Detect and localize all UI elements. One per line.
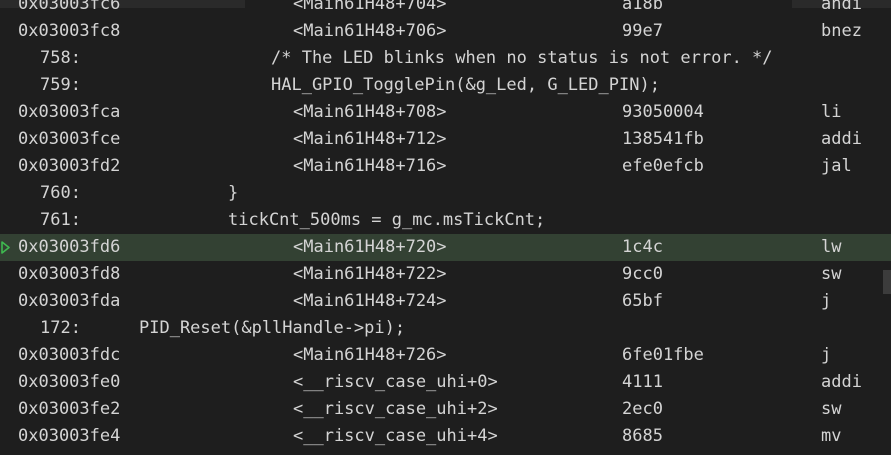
address-cell: 0x03003fe4 — [18, 426, 121, 446]
mnemonic-cell: sw — [821, 264, 842, 284]
address-cell: 0x03003fda — [18, 291, 121, 311]
address-cell: 0x03003fd2 — [18, 156, 121, 176]
symbol-cell: <Main61H48+724> — [293, 291, 447, 311]
disassembly-row[interactable]: 0x03003fe0 <__riscv_case_uhi+0> 4111 addi — [0, 369, 891, 396]
address-cell: 0x03003fd6 — [18, 237, 121, 257]
symbol-cell: <Main61H48+712> — [293, 129, 447, 149]
symbol-cell: <Main61H48+726> — [293, 345, 447, 365]
source-line-number: 172: — [40, 318, 81, 338]
disassembly-row[interactable]: 0x03003fce <Main61H48+712> 138541fb addi — [0, 126, 891, 153]
mnemonic-cell: li — [821, 102, 842, 122]
current-instruction-arrow-icon — [1, 241, 10, 254]
mnemonic-cell: mv — [821, 426, 842, 446]
symbol-cell: <__riscv_case_uhi+2> — [293, 399, 498, 419]
scrollbar-thumb[interactable] — [883, 270, 891, 294]
source-line-number: 758: — [40, 48, 81, 68]
address-cell: 0x03003fc6 — [18, 0, 121, 14]
source-line-row[interactable]: 758: /* The LED blinks when no status is … — [0, 45, 891, 72]
source-line-number: 759: — [40, 75, 81, 95]
vertical-scrollbar[interactable] — [883, 0, 891, 455]
disassembly-row[interactable]: 0x03003fda <Main61H48+724> 65bf j — [0, 288, 891, 315]
source-line-row[interactable]: 760:} — [0, 180, 891, 207]
mnemonic-cell: j — [821, 291, 832, 311]
disassembly-row[interactable]: 0x03003fe4 <__riscv_case_uhi+4> 8685 mv — [0, 423, 891, 450]
symbol-cell: <Main61H48+706> — [293, 21, 447, 41]
symbol-cell: <Main61H48+716> — [293, 156, 447, 176]
mnemonic-cell: addi — [821, 372, 862, 392]
disassembly-row[interactable]: 0x03003fdc <Main61H48+726> 6fe01fbe j — [0, 342, 891, 369]
opcode-cell: 9cc0 — [622, 264, 663, 284]
source-line-row[interactable]: 761: tickCnt_500ms = g_mc.msTickCnt; — [0, 207, 891, 234]
source-line-row[interactable]: 759: HAL_GPIO_TogglePin(&g_Led, G_LED_PIN… — [0, 72, 891, 99]
address-cell: 0x03003fce — [18, 129, 121, 149]
mnemonic-cell: j — [821, 345, 832, 365]
disassembly-rows: 0x03003fc6 <Main61H48+704> a18b andi 0x03003… — [0, 0, 891, 450]
symbol-cell: <Main61H48+708> — [293, 102, 447, 122]
symbol-cell: <__riscv_case_uhi+0> — [293, 372, 498, 392]
opcode-cell: 8685 — [622, 426, 663, 446]
mnemonic-cell: jal — [821, 156, 852, 176]
disassembly-row[interactable]: 0x03003fd6 <Main61H48+720> 1c4c lw — [0, 234, 891, 261]
disassembly-row[interactable]: 0x03003fd2 <Main61H48+716> efe0efcb jal — [0, 153, 891, 180]
symbol-cell: <__riscv_case_uhi+4> — [293, 426, 498, 446]
disassembly-row[interactable]: 0x03003fe2 <__riscv_case_uhi+2> 2ec0 sw — [0, 396, 891, 423]
address-cell: 0x03003fdc — [18, 345, 121, 365]
source-code-text: /* The LED blinks when no status is not … — [271, 48, 773, 68]
disassembly-view[interactable]: 0x03003fc6 <Main61H48+704> a18b andi 0x03003… — [0, 0, 891, 455]
opcode-cell: 99e7 — [622, 21, 663, 41]
source-code-text: PID_Reset(&pllHandle->pi); — [139, 318, 406, 338]
opcode-cell: a18b — [622, 0, 663, 14]
opcode-cell: efe0efcb — [622, 156, 704, 176]
mnemonic-cell: bnez — [821, 21, 862, 41]
address-cell: 0x03003fe0 — [18, 372, 121, 392]
opcode-cell: 4111 — [622, 372, 663, 392]
disassembly-row[interactable]: 0x03003fd8 <Main61H48+722> 9cc0 sw — [0, 261, 891, 288]
address-cell: 0x03003fc8 — [18, 21, 121, 41]
symbol-cell: <Main61H48+722> — [293, 264, 447, 284]
opcode-cell: 6fe01fbe — [622, 345, 704, 365]
source-code-text: } — [228, 183, 239, 203]
mnemonic-cell: sw — [821, 399, 842, 419]
source-code-text: tickCnt_500ms = g_mc.msTickCnt; — [228, 210, 546, 230]
mnemonic-cell: andi — [821, 0, 862, 14]
source-line-number: 760: — [40, 183, 81, 203]
opcode-cell: 1c4c — [622, 237, 663, 257]
opcode-cell: 2ec0 — [622, 399, 663, 419]
source-code-text: HAL_GPIO_TogglePin(&g_Led, G_LED_PIN); — [271, 75, 660, 95]
source-line-row[interactable]: 172: PID_Reset(&pllHandle->pi); — [0, 315, 891, 342]
opcode-cell: 65bf — [622, 291, 663, 311]
address-cell: 0x03003fca — [18, 102, 121, 122]
disassembly-row[interactable]: 0x03003fca <Main61H48+708> 93050004 li — [0, 99, 891, 126]
mnemonic-cell: lw — [821, 237, 842, 257]
disassembly-row[interactable]: 0x03003fc8 <Main61H48+706> 99e7 bnez — [0, 18, 891, 45]
address-cell: 0x03003fd8 — [18, 264, 121, 284]
symbol-cell: <Main61H48+720> — [293, 237, 447, 257]
address-cell: 0x03003fe2 — [18, 399, 121, 419]
symbol-cell: <Main61H48+704> — [293, 0, 447, 14]
mnemonic-cell: addi — [821, 129, 862, 149]
disassembly-row[interactable]: 0x03003fc6 <Main61H48+704> a18b andi — [0, 0, 891, 18]
opcode-cell: 138541fb — [622, 129, 704, 149]
opcode-cell: 93050004 — [622, 102, 704, 122]
source-line-number: 761: — [40, 210, 81, 230]
